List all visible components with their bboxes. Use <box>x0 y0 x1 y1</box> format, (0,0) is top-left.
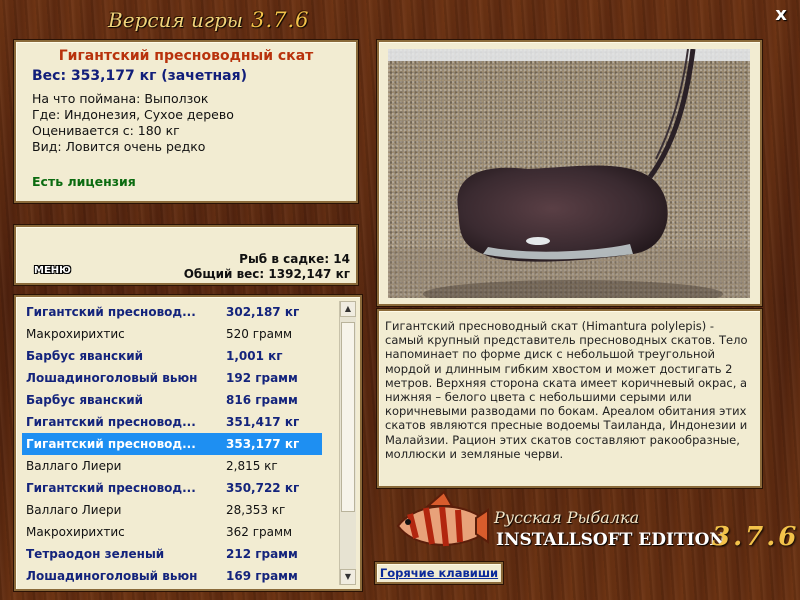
game-window: { "window": {"title": "Версия игры", "ve… <box>0 0 800 600</box>
fish-logo-icon <box>396 490 489 547</box>
cage-summary-panel: МЕНЮ Рыб в садке: 14 Общий вес: 1392,147… <box>14 225 358 285</box>
catch-item-name: Барбус яванский <box>26 349 144 363</box>
fish-weight: Вес: 353,177 кг (зачетная) <box>32 68 247 84</box>
fish-count: Рыб в садке: 14 <box>239 252 350 266</box>
catch-list-item[interactable]: Гигантский пресновод... 351,417 кг <box>22 411 322 433</box>
fish-photo <box>388 49 750 298</box>
catch-list-item[interactable]: Тетраодон зеленый 212 грамм <box>22 543 322 565</box>
hotkeys-button[interactable]: Горячие клавиши <box>375 562 503 584</box>
catch-item-weight: 28,353 кг <box>226 503 286 517</box>
catch-item-weight: 192 грамм <box>226 371 298 385</box>
catch-list-item[interactable]: Барбус яванский 816 грамм <box>22 389 322 411</box>
catch-list-item[interactable]: Валлаго Лиери 2,815 кг <box>22 455 322 477</box>
catch-item-weight: 362 грамм <box>226 525 293 539</box>
catch-list-item[interactable]: Лошадиноголовый вьюн 192 грамм <box>22 367 322 389</box>
catch-list-item[interactable]: Валлаго Лиери 28,353 кг <box>22 499 322 521</box>
catch-item-name: Гигантский пресновод... <box>26 305 196 319</box>
location-text: Где: Индонезия, Сухое дерево <box>32 107 234 122</box>
fish-photo-panel <box>377 40 762 306</box>
catch-item-name: Гигантский пресновод... <box>26 481 196 495</box>
fish-description: Гигантский пресноводный скат (Himantura … <box>377 309 762 488</box>
fish-name: Гигантский пресноводный скат <box>58 48 314 64</box>
catch-item-name: Валлаго Лиери <box>26 459 122 473</box>
scroll-up-arrow-icon[interactable]: ▲ <box>340 301 356 317</box>
close-button[interactable]: x <box>772 6 790 24</box>
catch-list-item[interactable]: Макрохирихтис 362 грамм <box>22 521 322 543</box>
catch-item-weight: 1,001 кг <box>226 349 283 363</box>
rarity-text: Вид: Ловится очень редко <box>32 139 206 154</box>
brand-line2: INSTALLSOFT EDITION <box>496 530 725 550</box>
menu-button[interactable]: МЕНЮ <box>34 265 71 276</box>
scroll-down-arrow-icon[interactable]: ▼ <box>340 569 356 585</box>
catch-list-item[interactable]: Макрохирихтис 520 грамм <box>22 323 322 345</box>
window-title-text: Версия игры <box>108 8 244 32</box>
catch-list-item-selected[interactable]: Гигантский пресновод... 353,177 кг <box>22 433 322 455</box>
total-weight: Общий вес: 1392,147 кг <box>183 267 350 281</box>
catch-item-name: Макрохирихтис <box>26 525 125 539</box>
catch-list-item[interactable]: Лошадиноголовый вьюн 169 грамм <box>22 565 322 587</box>
catch-item-name: Лошадиноголовый вьюн <box>26 569 198 583</box>
catch-list-item[interactable]: Гигантский пресновод... 302,187 кг <box>22 301 322 323</box>
catch-item-name: Тетраодон зеленый <box>26 547 165 561</box>
catch-item-weight: 302,187 кг <box>226 305 300 319</box>
catch-item-name: Барбус яванский <box>26 393 144 407</box>
catch-list-rows: Гигантский пресновод... 302,187 кг Макрохи… <box>22 301 360 587</box>
scrollbar[interactable]: ▲ ▼ <box>339 301 356 585</box>
catch-item-weight: 816 грамм <box>226 393 298 407</box>
catch-list[interactable]: Гигантский пресновод... 302,187 кг Макрохи… <box>14 295 362 591</box>
catch-item-name: Гигантский пресновод... <box>26 415 196 429</box>
catch-list-item[interactable]: Гигантский пресновод... 350,722 кг <box>22 477 322 499</box>
catch-item-weight: 350,722 кг <box>226 481 300 495</box>
brand-line1: Русская Рыбалка <box>494 508 640 527</box>
catch-item-name: Валлаго Лиери <box>26 503 122 517</box>
scrollbar-thumb[interactable] <box>341 322 355 512</box>
catch-item-weight: 353,177 кг <box>226 437 300 451</box>
catch-item-name: Гигантский пресновод... <box>26 437 196 451</box>
valued-from-text: Оценивается с: 180 кг <box>32 123 180 138</box>
window-title-version: 3.7.6 <box>251 8 310 32</box>
brand-version: 3.7.6 <box>712 522 800 552</box>
catch-item-weight: 2,815 кг <box>226 459 278 473</box>
caught-on-text: На что поймана: Выползок <box>32 91 209 106</box>
stingray-illustration <box>388 49 750 298</box>
catch-item-name: Лошадиноголовый вьюн <box>26 371 198 385</box>
license-status: Есть лицензия <box>32 174 136 189</box>
window-title: Версия игры 3.7.6 <box>108 8 310 32</box>
catch-item-weight: 351,417 кг <box>226 415 300 429</box>
catch-item-weight: 212 грамм <box>226 547 298 561</box>
catch-list-item[interactable]: Барбус яванский 1,001 кг <box>22 345 322 367</box>
catch-item-name: Макрохирихтис <box>26 327 125 341</box>
catch-item-weight: 520 грамм <box>226 327 293 341</box>
catch-item-weight: 169 грамм <box>226 569 298 583</box>
fish-info-panel: Гигантский пресноводный скат Вес: 353,17… <box>14 40 358 203</box>
